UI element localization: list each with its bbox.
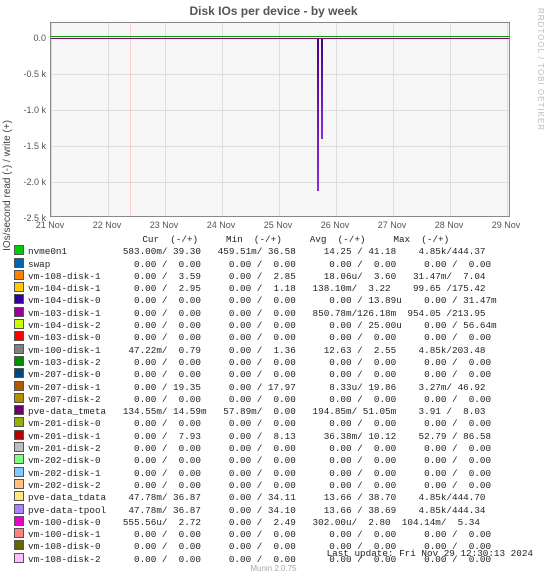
munin-graph: Disk IOs per device - by week RRDTOOL / … — [0, 0, 547, 575]
legend-swatch — [14, 405, 24, 415]
xtick: 29 Nov — [486, 220, 526, 230]
xtick: 22 Nov — [87, 220, 127, 230]
legend-swatch — [14, 504, 24, 514]
xtick: 26 Nov — [315, 220, 355, 230]
ytick: 0.0 — [18, 33, 46, 43]
legend-swatch — [14, 307, 24, 317]
y-axis-label: IOs/second read (-) / write (+) — [2, 120, 13, 251]
legend-swatch — [14, 516, 24, 526]
legend-swatch — [14, 294, 24, 304]
legend-swatch — [14, 282, 24, 292]
series-line-base — [51, 38, 509, 39]
legend-swatch — [14, 553, 24, 563]
xtick: 21 Nov — [30, 220, 70, 230]
legend-swatch — [14, 430, 24, 440]
xtick: 27 Nov — [372, 220, 412, 230]
legend-swatch — [14, 368, 24, 378]
legend-swatch — [14, 356, 24, 366]
legend-swatch — [14, 245, 24, 255]
legend-swatch — [14, 331, 24, 341]
plot-area — [50, 22, 510, 217]
xtick: 24 Nov — [201, 220, 241, 230]
legend-swatch — [14, 393, 24, 403]
legend-swatch — [14, 442, 24, 452]
legend-swatch — [14, 258, 24, 268]
footer-version: Munin 2.0.75 — [0, 564, 547, 573]
ytick: -0.5 k — [18, 69, 46, 79]
legend-swatch — [14, 467, 24, 477]
ytick: -1.0 k — [18, 105, 46, 115]
legend-swatch — [14, 540, 24, 550]
legend-swatch — [14, 319, 24, 329]
xtick: 25 Nov — [258, 220, 298, 230]
ytick: -2.0 k — [18, 177, 46, 187]
legend-swatch — [14, 270, 24, 280]
read-spike-2 — [321, 39, 323, 139]
read-spike-1 — [317, 39, 319, 191]
legend-swatch — [14, 454, 24, 464]
legend-swatch — [14, 381, 24, 391]
legend-table: Cur (-/+) Min (-/+) Avg (-/+) Max (-/+) … — [14, 234, 497, 565]
legend-swatch — [14, 344, 24, 354]
xtick: 28 Nov — [429, 220, 469, 230]
legend-swatch — [14, 417, 24, 427]
series-line-top — [51, 36, 509, 37]
last-update: Last update: Fri Nov 29 12:30:13 2024 — [327, 548, 533, 559]
xtick: 23 Nov — [144, 220, 184, 230]
rrdtool-watermark: RRDTOOL / TOBI OETIKER — [536, 8, 545, 131]
legend-swatch — [14, 491, 24, 501]
legend-swatch — [14, 479, 24, 489]
ytick: -1.5 k — [18, 141, 46, 151]
chart-title: Disk IOs per device - by week — [0, 0, 547, 18]
legend-swatch — [14, 528, 24, 538]
